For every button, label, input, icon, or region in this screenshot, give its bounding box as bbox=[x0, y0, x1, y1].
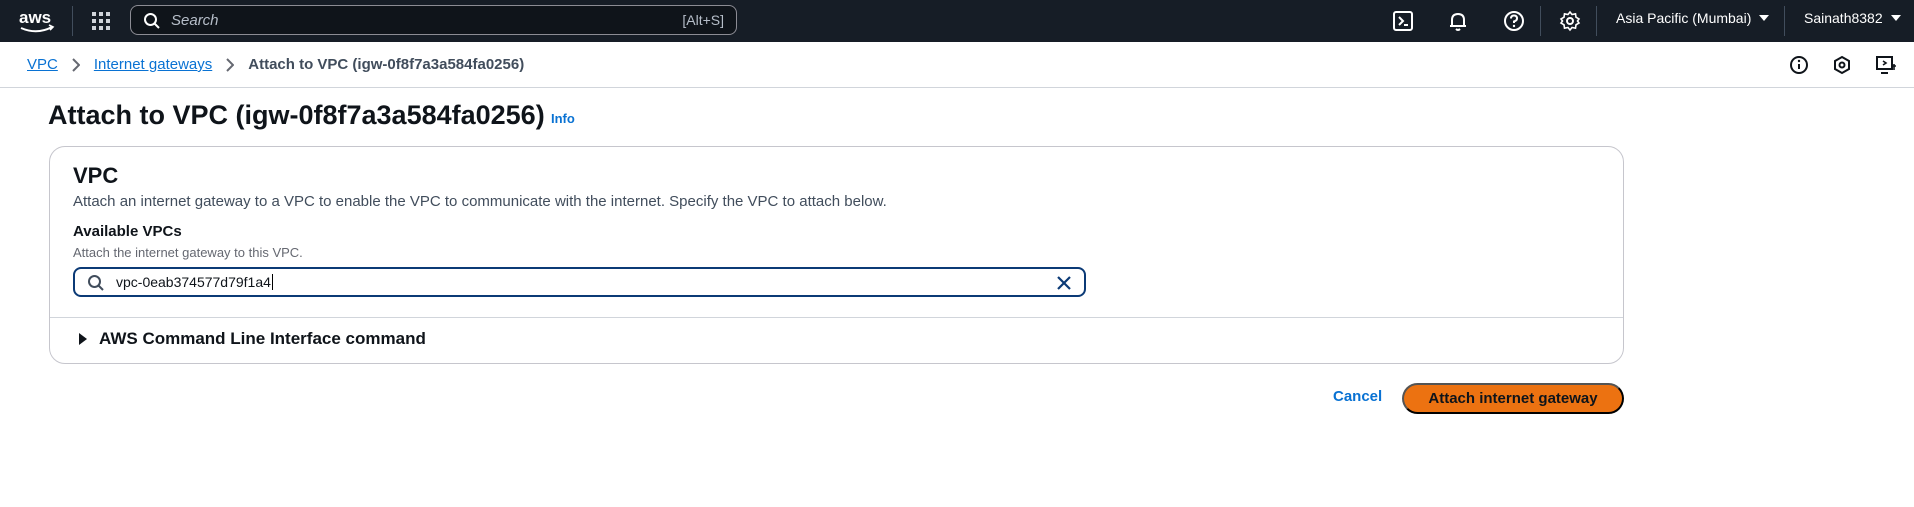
card-divider bbox=[50, 317, 1623, 318]
help-icon[interactable] bbox=[1503, 10, 1525, 32]
chevron-right-icon bbox=[72, 57, 80, 73]
nav-divider bbox=[1596, 6, 1597, 36]
clear-icon[interactable] bbox=[1054, 273, 1074, 293]
breadcrumb-current: Attach to VPC (igw-0f8f7a3a584fa0256) bbox=[248, 56, 525, 73]
available-vpcs-autosuggest[interactable]: vpc-0eab374577d79f1a4 bbox=[73, 267, 1086, 297]
search-shortcut: [Alt+S] bbox=[682, 12, 724, 28]
page-title: Attach to VPC (igw-0f8f7a3a584fa0256) bbox=[48, 100, 545, 130]
breadcrumb-vpc[interactable]: VPC bbox=[27, 56, 58, 73]
feedback-icon[interactable] bbox=[1831, 54, 1853, 76]
chevron-right-icon bbox=[226, 57, 235, 73]
available-vpcs-label: Available VPCs bbox=[73, 223, 182, 240]
account-name: Sainath8382 bbox=[1804, 10, 1883, 26]
apps-grid-icon[interactable] bbox=[90, 10, 112, 32]
vpc-input-value-wrap: vpc-0eab374577d79f1a4 bbox=[116, 274, 273, 290]
breadcrumb: VPC Internet gateways Attach to VPC (igw… bbox=[27, 56, 524, 73]
cloudshell-icon[interactable] bbox=[1392, 10, 1414, 32]
cli-command-expander[interactable]: AWS Command Line Interface command bbox=[79, 329, 426, 349]
text-cursor bbox=[271, 274, 273, 290]
nav-divider bbox=[1784, 6, 1785, 36]
top-navigation: aws Search [Alt+S] Asia Pacific (Mumbai)… bbox=[0, 0, 1914, 42]
available-vpcs-hint: Attach the internet gateway to this VPC. bbox=[73, 245, 303, 260]
display-preferences-icon[interactable] bbox=[1875, 54, 1897, 76]
cancel-button[interactable]: Cancel bbox=[1333, 388, 1382, 405]
breadcrumb-internet-gateways[interactable]: Internet gateways bbox=[94, 56, 212, 73]
region-label: Asia Pacific (Mumbai) bbox=[1616, 10, 1752, 26]
global-search-input[interactable]: Search [Alt+S] bbox=[130, 5, 737, 35]
cli-command-label: AWS Command Line Interface command bbox=[99, 329, 426, 348]
breadcrumb-bar: VPC Internet gateways Attach to VPC (igw… bbox=[0, 42, 1914, 88]
nav-divider bbox=[1540, 6, 1541, 36]
attach-internet-gateway-button[interactable]: Attach internet gateway bbox=[1402, 383, 1624, 414]
settings-gear-icon[interactable] bbox=[1559, 10, 1581, 32]
account-menu[interactable]: Sainath8382 bbox=[1804, 10, 1901, 26]
region-selector[interactable]: Asia Pacific (Mumbai) bbox=[1616, 10, 1770, 26]
search-icon bbox=[88, 275, 104, 291]
search-icon bbox=[144, 13, 160, 29]
svg-text:aws: aws bbox=[19, 8, 51, 27]
section-heading: VPC bbox=[73, 163, 119, 188]
notifications-bell-icon[interactable] bbox=[1447, 10, 1469, 32]
chevron-down-icon bbox=[1890, 15, 1901, 21]
search-placeholder: Search bbox=[171, 12, 219, 29]
info-link[interactable]: Info bbox=[551, 111, 575, 126]
vpc-container: VPC Attach an internet gateway to a VPC … bbox=[49, 146, 1624, 364]
info-icon[interactable] bbox=[1788, 54, 1810, 76]
nav-divider bbox=[72, 6, 73, 36]
section-description: Attach an internet gateway to a VPC to e… bbox=[73, 193, 887, 210]
chevron-down-icon bbox=[1759, 15, 1770, 21]
vpc-input-value: vpc-0eab374577d79f1a4 bbox=[116, 274, 271, 290]
aws-logo[interactable]: aws bbox=[18, 6, 56, 36]
caret-right-icon bbox=[79, 333, 87, 345]
